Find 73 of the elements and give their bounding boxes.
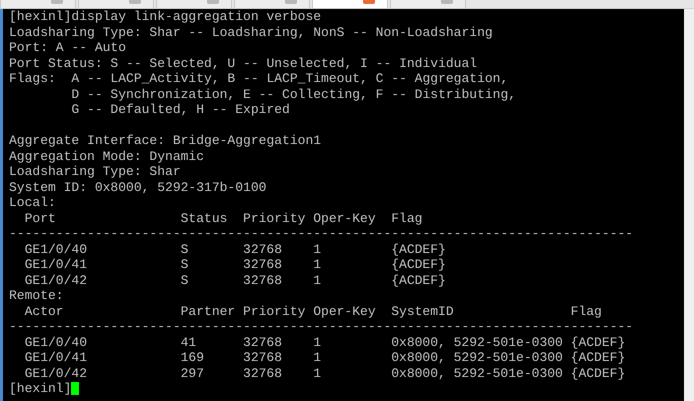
output-line: System ID: 0x8000, 5292-317b-0100 [9,180,266,195]
table-cell-text: 1 [313,366,322,381]
separator-line: -------------------------------------------------------------------------------- [9,319,634,334]
table-cell-text: S [180,272,190,288]
table-cell-text: 1 [313,350,322,366]
output-line: Loadsharing Type: Shar -- Loadsharing, NonS -- Non-Loadsharing [9,24,493,40]
table-cell-text: GE1/0/40 [24,242,88,257]
table-cell-text: GE1/0/42 [24,272,88,288]
table-cell-text: GE1/0/41 [24,350,88,366]
table-cell-text: S [180,242,190,257]
table-cell-text: GE1/0/40 [24,334,88,350]
output-line: Aggregation Mode: Dynamic [9,148,204,164]
close-icon[interactable] [441,0,453,4]
table-cell-text: 1 [313,334,322,350]
close-icon[interactable] [363,0,375,4]
close-icon[interactable] [129,0,141,4]
table-cell-text: 0x8000, 5292-501e-0300 [391,350,564,366]
column-header: Partner [180,304,236,319]
column-header: Port [24,210,57,226]
table-cell-text: 169 [180,350,206,366]
table-cell: {ACDEF} [570,366,626,381]
prompt: [hexinl] [9,381,72,396]
tab[interactable] [312,0,388,8]
cursor-icon [71,382,80,396]
table-cell-text: 32768 [243,242,284,257]
tab[interactable] [156,0,232,8]
table-cell-text: GE1/0/42 [24,366,88,381]
table-cell-text: GE1/0/41 [24,257,88,272]
close-icon[interactable] [285,0,297,4]
close-icon[interactable] [51,0,63,4]
table-cell-text: 32768 [243,350,284,366]
column-header: Oper-Key [313,210,377,226]
table-cell-text: S [180,257,190,272]
table-cell-text: 1 [313,272,322,288]
column-header: Oper-Key [313,304,377,319]
table-cell: {ACDEF} [570,350,626,366]
column-header: Flag [570,304,602,319]
table-cell-text: 0x8000, 5292-501e-0300 [391,366,564,381]
column-header: Status [180,210,228,226]
table-cell-text: 32768 [243,257,284,272]
output-line: D -- Synchronization, E -- Collecting, F -- Distributing, [70,86,516,102]
section-label: Remote: [9,288,64,304]
table-cell-text: 0x8000, 5292-501e-0300 [391,334,564,350]
column-header: Flag [391,210,422,226]
tab[interactable] [0,0,76,8]
output-line: Flags: A -- LACP_Activity, B -- LACP_Timeout, C -- Aggregation, [9,71,508,86]
section-label: Local: [9,195,56,210]
output-line: Loadsharing Type: Shar [9,164,181,180]
tab[interactable] [390,0,466,8]
output-line: Port: A -- Auto [9,40,126,56]
output-line: Port Status: S -- Selected, U -- Unselected, I -- Individual [9,56,478,71]
table-cell: {ACDEF} [391,242,446,257]
command-line: [hexinl]display link-aggregation verbose [9,9,322,24]
table-cell-text: 1 [313,257,322,272]
output-line: Aggregate Interface: Bridge-Aggregation1 [9,133,322,148]
table-cell-text: 297 [180,366,206,381]
close-icon[interactable] [207,0,219,4]
table-cell-text: 41 [180,334,198,350]
tab[interactable] [78,0,154,8]
table-cell-text: 32768 [243,366,284,381]
tab[interactable] [234,0,310,8]
separator-line: -------------------------------------------------------------------------------- [9,226,634,242]
table-cell-text: 32768 [243,334,284,350]
output-line: G -- Defaulted, H -- Expired [70,102,290,118]
column-header: SystemID [391,304,455,319]
column-header: Priority [243,210,306,226]
table-cell: {ACDEF} [391,257,446,272]
column-header: Priority [243,304,306,319]
column-header: Actor [24,304,65,319]
table-cell: {ACDEF} [570,334,626,350]
table-cell-text: 1 [313,242,322,257]
table-cell-text: 32768 [243,272,284,288]
table-cell: {ACDEF} [391,272,446,288]
